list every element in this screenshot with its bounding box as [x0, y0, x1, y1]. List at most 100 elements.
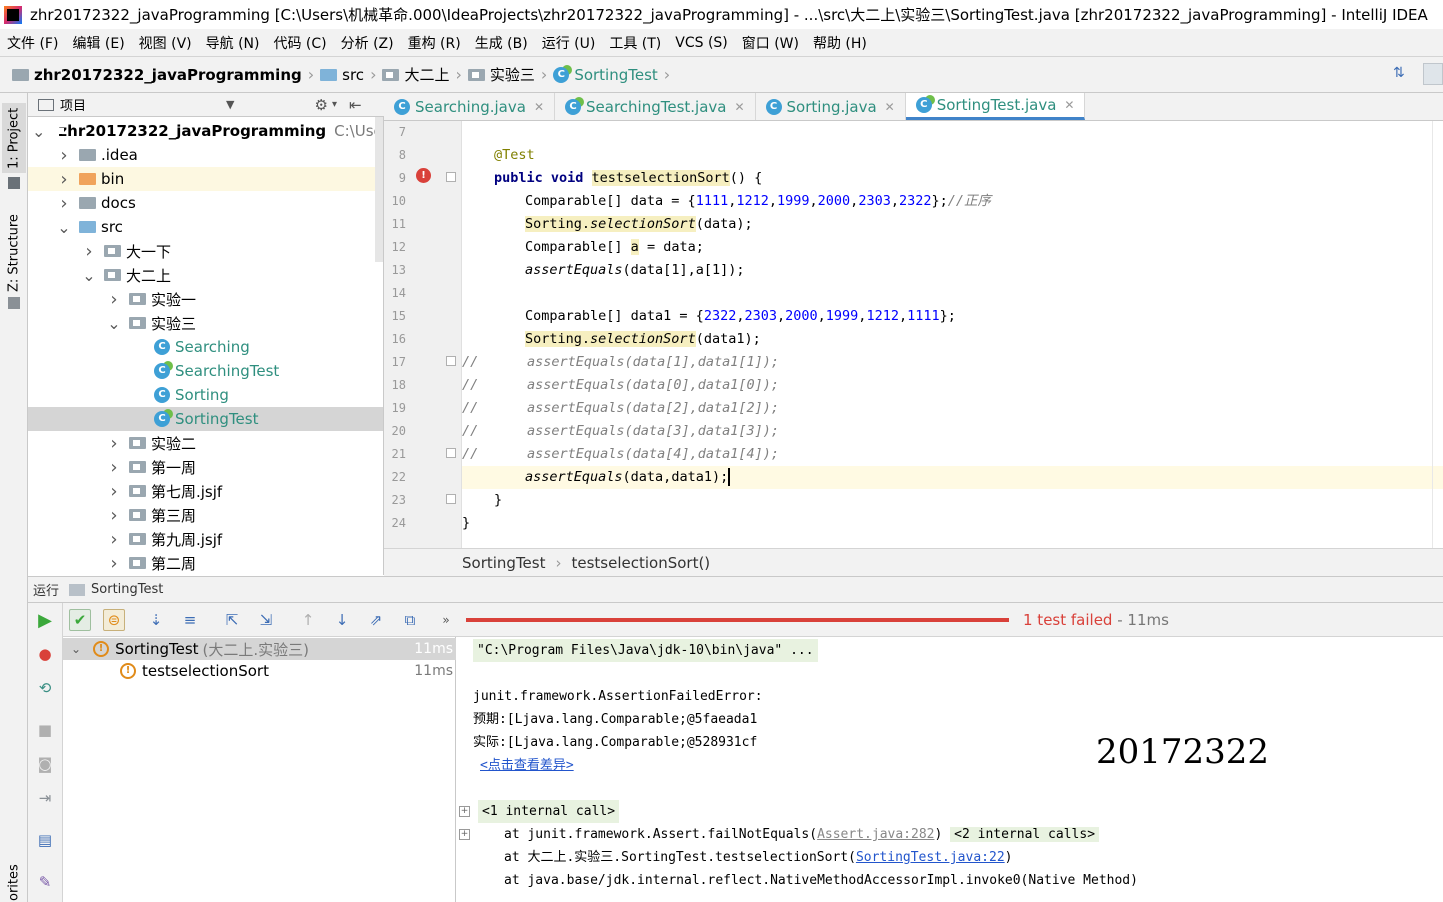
project-tree-item[interactable]: › 第二周 — [28, 551, 383, 575]
chevron-down-icon[interactable]: ⌄ — [32, 122, 45, 141]
project-tree-item[interactable]: ⌄ 实验三 — [28, 311, 383, 335]
sort-alpha-icon[interactable]: ⇣ — [145, 609, 167, 631]
fold-marker-icon[interactable] — [446, 494, 456, 504]
code-editor[interactable]: @Test public void testselectionSort() { … — [462, 121, 1443, 548]
chevron-down-icon[interactable]: ▼ — [226, 98, 234, 111]
project-tree-item[interactable]: C SortingTest — [28, 407, 383, 431]
chevron-right-icon[interactable]: › — [57, 145, 71, 166]
rerun-icon[interactable]: ▶ — [34, 609, 56, 631]
expand-icon[interactable]: + — [459, 829, 470, 840]
collapse-panel-icon[interactable]: ⇤ — [349, 96, 362, 114]
layout-icon[interactable] — [1423, 63, 1443, 85]
project-panel-title[interactable]: 项目 — [60, 95, 86, 114]
run-config-name[interactable]: SortingTest — [91, 582, 163, 597]
fold-marker-icon[interactable] — [446, 356, 456, 366]
show-diff-link[interactable]: <点击查看差异> — [480, 754, 574, 777]
menu-item[interactable]: 工具 (T) — [602, 33, 668, 53]
project-tree-item[interactable]: › 第九周.jsjf — [28, 527, 383, 551]
breadcrumb-package[interactable]: 大二上 — [404, 64, 449, 85]
project-tool-tab[interactable]: 1: Project — [2, 103, 26, 173]
favorites-tool-tab[interactable]: orites — [2, 863, 26, 902]
stop-icon[interactable]: ■ — [34, 719, 56, 741]
camera-icon[interactable]: ◙ — [34, 753, 56, 775]
chevron-right-icon[interactable]: › — [57, 193, 71, 214]
chevron-right-icon[interactable]: › — [57, 169, 71, 190]
chevron-down-icon[interactable]: ⌄ — [82, 266, 96, 285]
menu-item[interactable]: 生成 (B) — [468, 33, 535, 53]
close-icon[interactable]: ✕ — [885, 100, 895, 114]
gear-icon[interactable]: ⚙ — [314, 96, 327, 114]
trace-link[interactable]: Assert.java:282 — [817, 827, 934, 842]
layout-icon[interactable]: ▤ — [34, 829, 56, 851]
breadcrumb-src[interactable]: src — [342, 66, 364, 84]
console-command[interactable]: "C:\Program Files\Java\jdk-10\bin\java" … — [473, 639, 818, 662]
chevron-right-icon[interactable]: › — [107, 553, 121, 574]
scrollbar[interactable] — [375, 117, 383, 262]
more-icon[interactable]: » — [435, 609, 457, 631]
previous-failed-icon[interactable]: ↑ — [297, 609, 319, 631]
menu-item[interactable]: 导航 (N) — [199, 33, 267, 53]
menu-item[interactable]: 视图 (V) — [132, 33, 199, 53]
fold-marker-icon[interactable] — [446, 448, 456, 458]
chevron-right-icon[interactable]: › — [107, 433, 121, 454]
chevron-right-icon[interactable]: › — [107, 481, 121, 502]
menu-item[interactable]: VCS (S) — [668, 35, 735, 51]
menu-item[interactable]: 运行 (U) — [535, 33, 603, 53]
project-tree-item[interactable]: › 实验二 — [28, 431, 383, 455]
next-failed-icon[interactable]: ↓ — [331, 609, 353, 631]
expand-icon[interactable]: + — [459, 806, 470, 817]
menu-item[interactable]: 分析 (Z) — [334, 33, 401, 53]
project-tree-item[interactable]: C Sorting — [28, 383, 383, 407]
show-passed-icon[interactable]: ✔ — [69, 609, 91, 631]
internal-call-fold[interactable]: <1 internal call> — [478, 800, 620, 823]
breadcrumb-subpackage[interactable]: 实验三 — [490, 64, 535, 85]
chevron-right-icon[interactable]: › — [82, 241, 96, 262]
exit-icon[interactable]: ⇥ — [34, 787, 56, 809]
pin-icon[interactable]: ✎ — [34, 871, 56, 893]
trace-link[interactable]: SortingTest.java:22 — [856, 850, 1005, 865]
chevron-right-icon[interactable]: › — [107, 457, 121, 478]
project-tree-item[interactable]: ⌄zhr20172322_javaProgrammingC:\Users — [28, 119, 383, 143]
editor-tab[interactable]: C Sorting.java ✕ — [756, 93, 906, 120]
close-icon[interactable]: ✕ — [1064, 98, 1074, 112]
project-tree-item[interactable]: ⌄ 大二上 — [28, 263, 383, 287]
menu-item[interactable]: 窗口 (W) — [735, 33, 806, 53]
project-tree-item[interactable]: › 第七周.jsjf — [28, 479, 383, 503]
console-output[interactable]: "C:\Program Files\Java\jdk-10\bin\java" … — [456, 637, 1443, 902]
toggle-auto-test-icon[interactable]: ⟲ — [34, 677, 56, 699]
breadcrumb-class[interactable]: SortingTest — [574, 66, 657, 84]
project-tree-item[interactable]: C SearchingTest — [28, 359, 383, 383]
menu-item[interactable]: 代码 (C) — [266, 33, 333, 53]
project-tree-item[interactable]: › 大一下 — [28, 239, 383, 263]
project-tree-item[interactable]: › bin — [28, 167, 383, 191]
chevron-right-icon[interactable]: › — [107, 529, 121, 550]
project-tree-item[interactable]: › 第一周 — [28, 455, 383, 479]
editor-tab[interactable]: C Searching.java ✕ — [384, 93, 555, 120]
chevron-down-icon[interactable]: ⌄ — [71, 642, 81, 656]
run-test-failed-icon[interactable]: ! — [416, 168, 431, 183]
project-tree-item[interactable]: C Searching — [28, 335, 383, 359]
chevron-right-icon[interactable]: › — [107, 289, 121, 310]
menu-item[interactable]: 重构 (R) — [401, 33, 468, 53]
menu-item[interactable]: 帮助 (H) — [806, 33, 874, 53]
project-tree-item[interactable]: ⌄ src — [28, 215, 383, 239]
menu-item[interactable]: 文件 (F) — [0, 33, 65, 53]
chevron-right-icon[interactable]: › — [107, 505, 121, 526]
project-tree-item[interactable]: › 第三周 — [28, 503, 383, 527]
run-panel-title[interactable]: 运行 — [33, 580, 59, 599]
show-ignored-icon[interactable]: ⊜ — [103, 609, 125, 631]
breadcrumb-project[interactable]: zhr20172322_javaProgramming — [34, 66, 302, 84]
close-icon[interactable]: ✕ — [534, 100, 544, 114]
test-case-row[interactable]: ! testselectionSort 11ms — [63, 660, 456, 682]
editor-tab[interactable]: C SearchingTest.java ✕ — [555, 93, 756, 120]
sort-icon[interactable]: ⇅ — [1393, 65, 1413, 85]
import-icon[interactable]: ⧉ — [399, 609, 421, 631]
project-tree-item[interactable]: › docs — [28, 191, 383, 215]
close-icon[interactable]: ✕ — [734, 100, 744, 114]
breadcrumb-method[interactable]: testselectionSort() — [571, 554, 710, 572]
collapse-all-icon[interactable]: ⇲ — [255, 609, 277, 631]
fold-marker-icon[interactable] — [446, 172, 456, 182]
rerun-failed-icon[interactable]: ● — [34, 643, 56, 665]
menu-item[interactable]: 编辑 (E) — [65, 33, 131, 53]
chevron-down-icon[interactable]: ⌄ — [107, 314, 121, 333]
